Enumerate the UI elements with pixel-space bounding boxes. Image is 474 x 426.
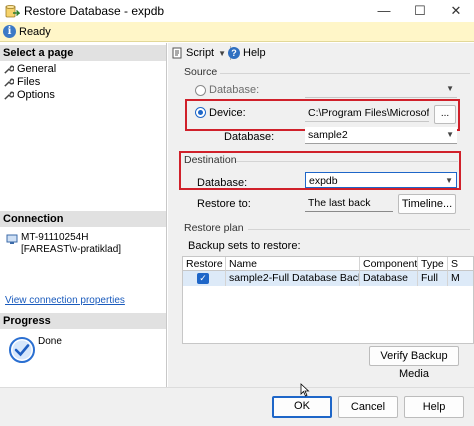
ok-button[interactable]: OK xyxy=(272,396,332,418)
select-page-header: Select a page xyxy=(0,45,166,61)
done-check-icon xyxy=(9,337,35,363)
toolbar: Script ▼ ? Help xyxy=(168,43,474,64)
source-database-value: sample2 xyxy=(308,129,348,141)
info-icon: i xyxy=(3,25,16,38)
destination-divider xyxy=(236,161,458,162)
verify-backup-media-button[interactable]: Verify Backup Media xyxy=(369,346,459,380)
close-button[interactable]: ✕ xyxy=(438,0,474,22)
chevron-down-icon: ▼ xyxy=(446,130,454,139)
backup-type-cell[interactable]: Full xyxy=(418,271,448,286)
backup-sets-grid: Restore Name Component Type S ✓ sample2-… xyxy=(182,256,474,344)
column-header-restore[interactable]: Restore xyxy=(183,257,226,271)
column-header-s[interactable]: S xyxy=(448,257,473,271)
wrench-icon xyxy=(4,78,14,87)
window-title: Restore Database - expdb xyxy=(24,4,165,18)
destination-group-label: Destination xyxy=(184,154,237,166)
source-group-label: Source xyxy=(184,66,218,78)
device-radio[interactable] xyxy=(195,107,206,118)
column-header-name[interactable]: Name xyxy=(226,257,360,271)
device-radio-label: Device: xyxy=(209,107,246,119)
wrench-icon xyxy=(4,65,14,74)
progress-header: Progress xyxy=(0,313,166,329)
server-name: MT-91110254H xyxy=(21,232,89,243)
browse-device-button[interactable]: ... xyxy=(434,105,456,124)
title-bar: Restore Database - expdb — ☐ ✕ xyxy=(0,0,474,22)
restore-to-label: Restore to: xyxy=(197,198,251,210)
backup-sets-label: Backup sets to restore: xyxy=(188,240,301,252)
status-text: Ready xyxy=(19,26,51,38)
page-general[interactable]: General xyxy=(3,62,56,76)
left-pane: Select a page General Files Options Conn… xyxy=(0,43,167,387)
script-button[interactable]: Script ▼ xyxy=(172,47,226,59)
restore-plan-divider xyxy=(248,229,470,230)
progress-status: Done xyxy=(38,336,62,347)
connection-info: MT-91110254H [FAREAST\v-pratiklad] xyxy=(21,232,121,256)
backup-component-cell[interactable]: Database xyxy=(360,271,418,286)
wrench-icon xyxy=(4,91,14,100)
restore-checkbox[interactable]: ✓ xyxy=(197,273,209,284)
user-name: [FAREAST\v-pratiklad] xyxy=(21,244,122,255)
mouse-cursor-icon xyxy=(300,383,310,397)
status-bar: i Ready xyxy=(0,22,474,42)
device-path-field: C:\Program Files\Microsof xyxy=(305,105,429,122)
minimize-button[interactable]: — xyxy=(366,0,402,22)
backup-s-cell[interactable]: M xyxy=(448,271,473,286)
chevron-down-icon: ▼ xyxy=(446,84,454,93)
right-pane: Script ▼ ? Help Source Database: ▼ Devic… xyxy=(168,43,474,387)
destination-database-select[interactable]: expdb ▼ xyxy=(305,172,457,188)
page-label: Files xyxy=(17,76,41,88)
help-icon: ? xyxy=(228,47,240,59)
page-label: General xyxy=(17,63,57,75)
source-database-select[interactable]: sample2 ▼ xyxy=(305,127,457,144)
server-connection-icon xyxy=(6,234,18,244)
script-label: Script xyxy=(186,47,215,59)
timeline-button[interactable]: Timeline... xyxy=(398,194,456,214)
column-header-type[interactable]: Type xyxy=(418,257,448,271)
script-icon xyxy=(172,47,182,59)
help-label: Help xyxy=(243,47,266,59)
backup-name-cell[interactable]: sample2-Full Database Backup xyxy=(226,271,360,286)
page-label: Options xyxy=(17,89,55,101)
dialog-button-bar: OK Cancel Help xyxy=(0,387,474,426)
chevron-down-icon[interactable]: ▼ xyxy=(218,49,226,58)
view-connection-link[interactable]: View connection properties xyxy=(5,295,125,306)
restore-database-icon xyxy=(5,5,20,18)
cancel-button[interactable]: Cancel xyxy=(338,396,398,418)
page-options[interactable]: Options xyxy=(3,88,55,102)
help-toolbar-button[interactable]: ? Help xyxy=(228,47,266,59)
destination-database-label: Database: xyxy=(197,177,248,189)
maximize-button[interactable]: ☐ xyxy=(402,0,438,22)
column-header-component[interactable]: Component xyxy=(360,257,418,271)
source-database-combo: ▼ xyxy=(305,81,457,98)
restore-plan-group-label: Restore plan xyxy=(184,222,244,234)
chevron-down-icon: ▼ xyxy=(445,176,453,185)
restore-to-field: The last back xyxy=(305,195,393,212)
database-radio-label: Database: xyxy=(209,84,260,96)
database-radio[interactable] xyxy=(195,85,206,96)
source-divider xyxy=(220,73,470,74)
source-database-label: Database: xyxy=(224,131,275,143)
destination-database-value: expdb xyxy=(309,175,338,187)
page-files[interactable]: Files xyxy=(3,75,40,89)
connection-header: Connection xyxy=(0,211,166,227)
help-button[interactable]: Help xyxy=(404,396,464,418)
